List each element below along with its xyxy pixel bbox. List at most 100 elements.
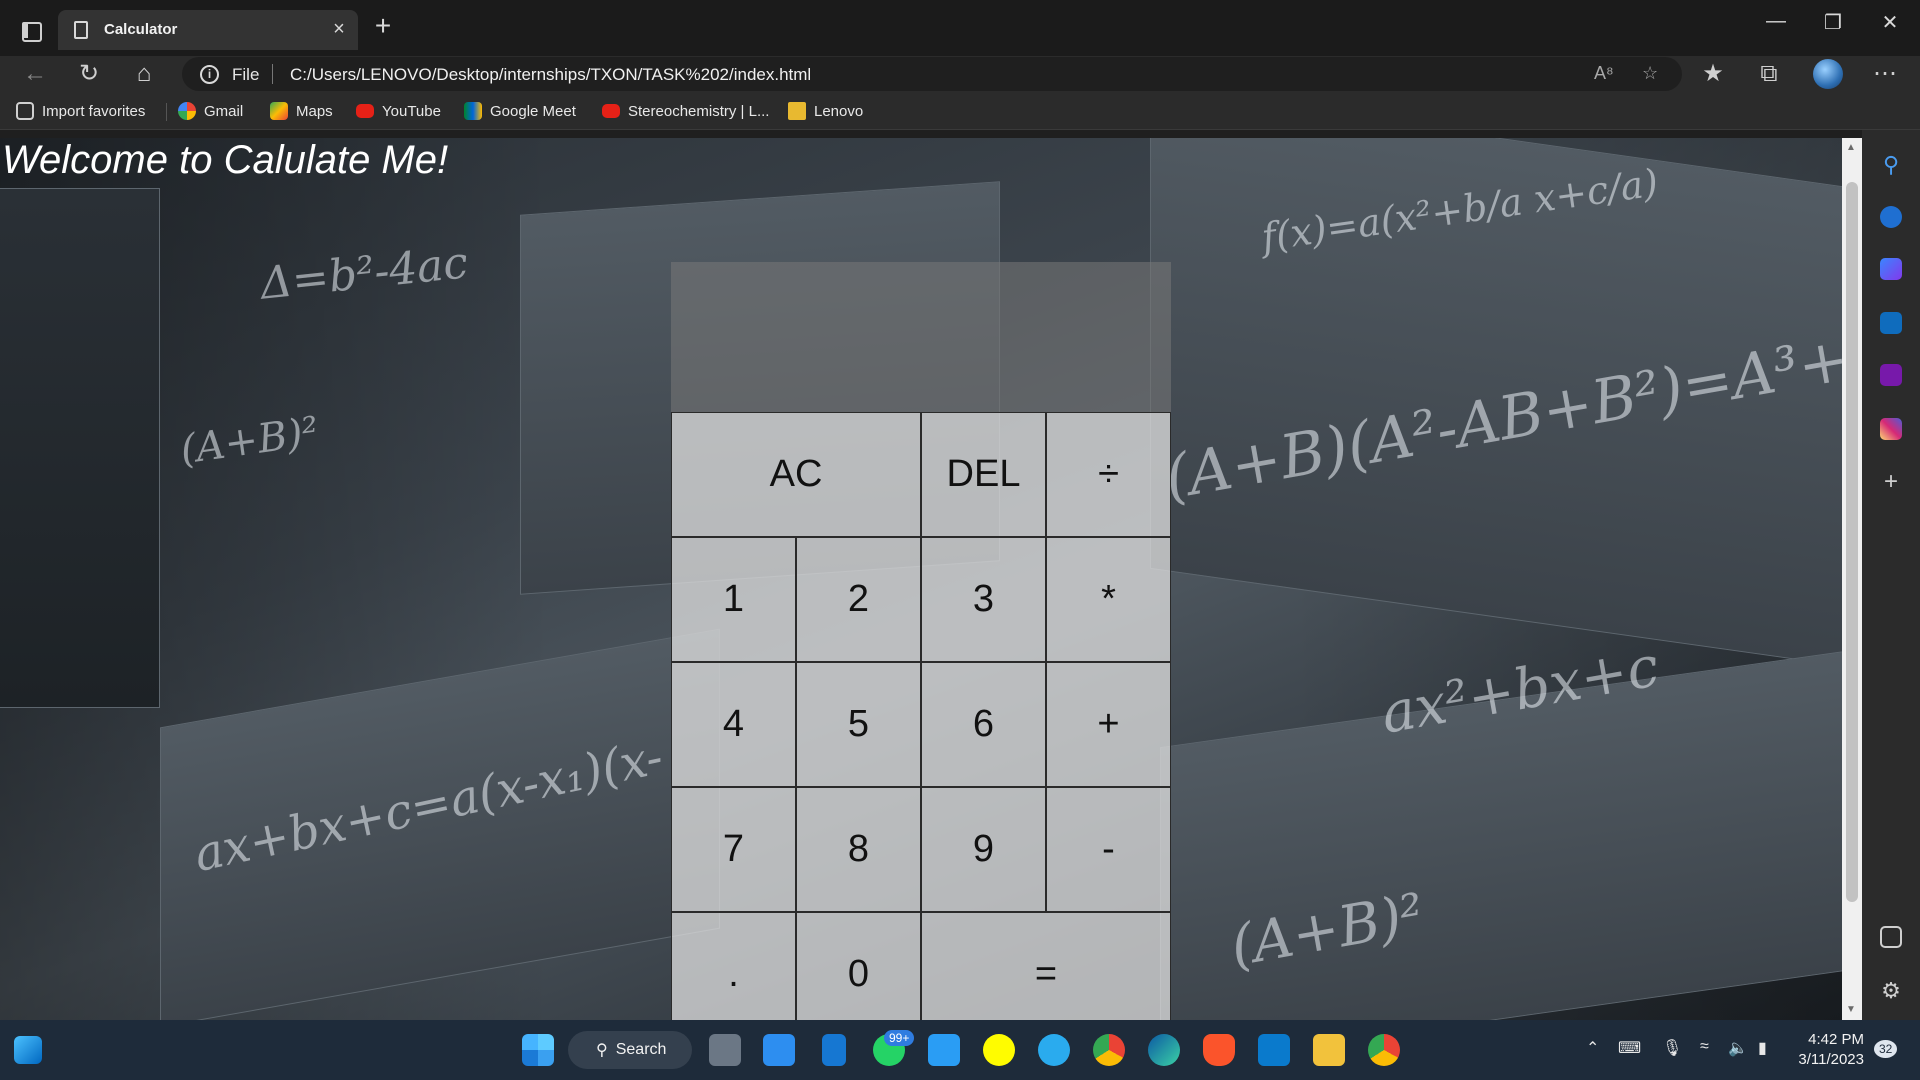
instagram-icon[interactable]: [1880, 418, 1902, 440]
microphone-icon[interactable]: 🎙: [1662, 1038, 1682, 1058]
back-button[interactable]: ←: [18, 59, 52, 89]
chalkboard: [0, 188, 160, 708]
calc-key[interactable]: 0: [796, 912, 921, 1020]
calc-key[interactable]: +: [1046, 662, 1171, 787]
calc-key[interactable]: -: [1046, 787, 1171, 912]
notification-badge[interactable]: 32: [1874, 1040, 1898, 1058]
page-icon: [74, 21, 88, 39]
calc-key[interactable]: 1: [671, 537, 796, 662]
settings-icon[interactable]: ⚙: [1880, 978, 1902, 1003]
calc-key[interactable]: 7: [671, 787, 796, 912]
calculator-display: [671, 262, 1171, 412]
search-icon[interactable]: ⚲: [1880, 152, 1902, 177]
calc-key[interactable]: 4: [671, 662, 796, 787]
scroll-down-icon[interactable]: ▼: [1846, 1004, 1856, 1015]
file-explorer-icon[interactable]: [1313, 1034, 1345, 1066]
wifi-icon[interactable]: ≈: [1700, 1038, 1709, 1056]
bookmark-label: Stereochemistry | L...: [628, 102, 770, 120]
calc-key[interactable]: .: [671, 912, 796, 1020]
home-button[interactable]: ⌂: [127, 59, 161, 89]
calc-key[interactable]: 8: [796, 787, 921, 912]
mail-icon[interactable]: [763, 1034, 795, 1066]
tab-calculator[interactable]: Calculator ×: [58, 10, 358, 50]
tab-close-button[interactable]: ×: [328, 18, 350, 41]
shopping-icon[interactable]: [1880, 258, 1902, 280]
calc-key[interactable]: ÷: [1046, 412, 1171, 537]
calc-key[interactable]: 5: [796, 662, 921, 787]
bookmark-google-meet[interactable]: Google Meet: [464, 101, 576, 121]
minimize-button[interactable]: —: [1756, 10, 1796, 33]
restore-button[interactable]: ❐: [1813, 10, 1853, 35]
battery-icon[interactable]: ▮: [1758, 1038, 1767, 1058]
snapchat-icon[interactable]: [983, 1034, 1015, 1066]
scroll-thumb[interactable]: [1846, 182, 1858, 902]
calc-key[interactable]: 3: [921, 537, 1046, 662]
bookmark-label: Lenovo: [814, 102, 864, 120]
chalk-writing: Δ=b²-4ac: [257, 237, 471, 310]
bookmark-lenovo[interactable]: Lenovo: [788, 101, 863, 121]
taskbar-search[interactable]: ⚲ Search: [568, 1031, 692, 1069]
bookmark-maps[interactable]: Maps: [270, 101, 333, 121]
bookmark-youtube[interactable]: YouTube: [356, 101, 441, 121]
taskbar-search-label: Search: [615, 1041, 667, 1058]
bookmark-label: Maps: [296, 102, 333, 120]
telegram-icon[interactable]: [1038, 1034, 1070, 1066]
bookmark-stereochemistry[interactable]: Stereochemistry | L...: [602, 101, 769, 121]
info-icon[interactable]: i: [200, 65, 219, 84]
onenote-icon[interactable]: [1880, 364, 1902, 386]
system-clock[interactable]: 4:42 PM 3/11/2023: [1794, 1030, 1864, 1070]
calc-key[interactable]: 9: [921, 787, 1046, 912]
edge-icon[interactable]: [1148, 1034, 1180, 1066]
calc-key[interactable]: DEL: [921, 412, 1046, 537]
brave-icon[interactable]: [1203, 1034, 1235, 1066]
windows-taskbar: ⚲ Search 99+ ⌃ ⌨ 🎙 ≈ 🔈 ▮ 4:42 PM 3/11/20…: [0, 1020, 1920, 1080]
title-bar: Calculator × + — ❐ ✕: [0, 0, 1920, 56]
task-view-icon[interactable]: [709, 1034, 741, 1066]
calc-key[interactable]: 6: [921, 662, 1046, 787]
collections-icon[interactable]: ⧉: [1752, 59, 1786, 89]
bookmark-gmail[interactable]: Gmail: [178, 101, 243, 121]
start-icon[interactable]: [522, 1034, 554, 1066]
search-icon: ⚲: [596, 1042, 608, 1059]
chrome-icon[interactable]: [1093, 1034, 1125, 1066]
address-separator: [272, 64, 273, 84]
whatsapp-badge: 99+: [884, 1030, 915, 1046]
add-sidebar-icon[interactable]: +: [1880, 468, 1902, 495]
page-viewport: Δ=b²-4ac (A+B)² (A+B)(A²-AB+B²)=A³+B³ ax…: [0, 138, 1842, 1020]
more-menu-icon[interactable]: ⋯: [1868, 59, 1902, 89]
close-window-button[interactable]: ✕: [1870, 10, 1910, 35]
address-bar[interactable]: i File C:/Users/LENOVO/Desktop/internshi…: [182, 57, 1682, 91]
page-scrollbar[interactable]: ▲ ▼: [1842, 138, 1862, 1020]
tab-actions-icon[interactable]: [14, 14, 46, 46]
profile-avatar[interactable]: [1813, 59, 1843, 89]
address-scheme: File: [232, 65, 260, 84]
favorites-icon[interactable]: ★: [1696, 59, 1730, 89]
widgets-icon[interactable]: [14, 1036, 42, 1064]
add-favorite-icon[interactable]: ☆: [1642, 63, 1658, 84]
hide-sidebar-icon[interactable]: [1880, 926, 1902, 948]
l-app-icon[interactable]: [928, 1034, 960, 1066]
calc-key[interactable]: 2: [796, 537, 921, 662]
calc-key[interactable]: *: [1046, 537, 1171, 662]
phone-link-icon[interactable]: [822, 1034, 846, 1066]
show-hidden-icons[interactable]: ⌃: [1586, 1038, 1599, 1058]
google-icon: [178, 102, 196, 120]
refresh-button[interactable]: ↻: [72, 59, 106, 89]
meet-icon: [464, 102, 482, 120]
clock-date: 3/11/2023: [1798, 1051, 1864, 1068]
bing-chat-icon[interactable]: [1880, 206, 1902, 228]
outlook-icon[interactable]: [1880, 312, 1902, 334]
keyboard-icon[interactable]: ⌨: [1618, 1038, 1641, 1058]
scroll-up-icon[interactable]: ▲: [1846, 142, 1856, 153]
vscode-icon[interactable]: [1258, 1034, 1290, 1066]
chrome-icon[interactable]: [1368, 1034, 1400, 1066]
volume-icon[interactable]: 🔈: [1728, 1038, 1748, 1058]
calculator: AC DEL ÷ 1 2 3 * 4 5 6 +7 8 9-. 0 =: [671, 262, 1171, 1020]
read-aloud-icon[interactable]: A⁸: [1594, 63, 1614, 84]
calc-key[interactable]: =: [921, 912, 1171, 1020]
address-url[interactable]: C:/Users/LENOVO/Desktop/internships/TXON…: [290, 65, 811, 85]
edge-sidebar: ⚲ + ⚙: [1862, 130, 1920, 1020]
bookmark-import-favorites[interactable]: Import favorites: [16, 101, 145, 121]
calc-key[interactable]: AC: [671, 412, 921, 537]
new-tab-button[interactable]: +: [368, 12, 398, 40]
